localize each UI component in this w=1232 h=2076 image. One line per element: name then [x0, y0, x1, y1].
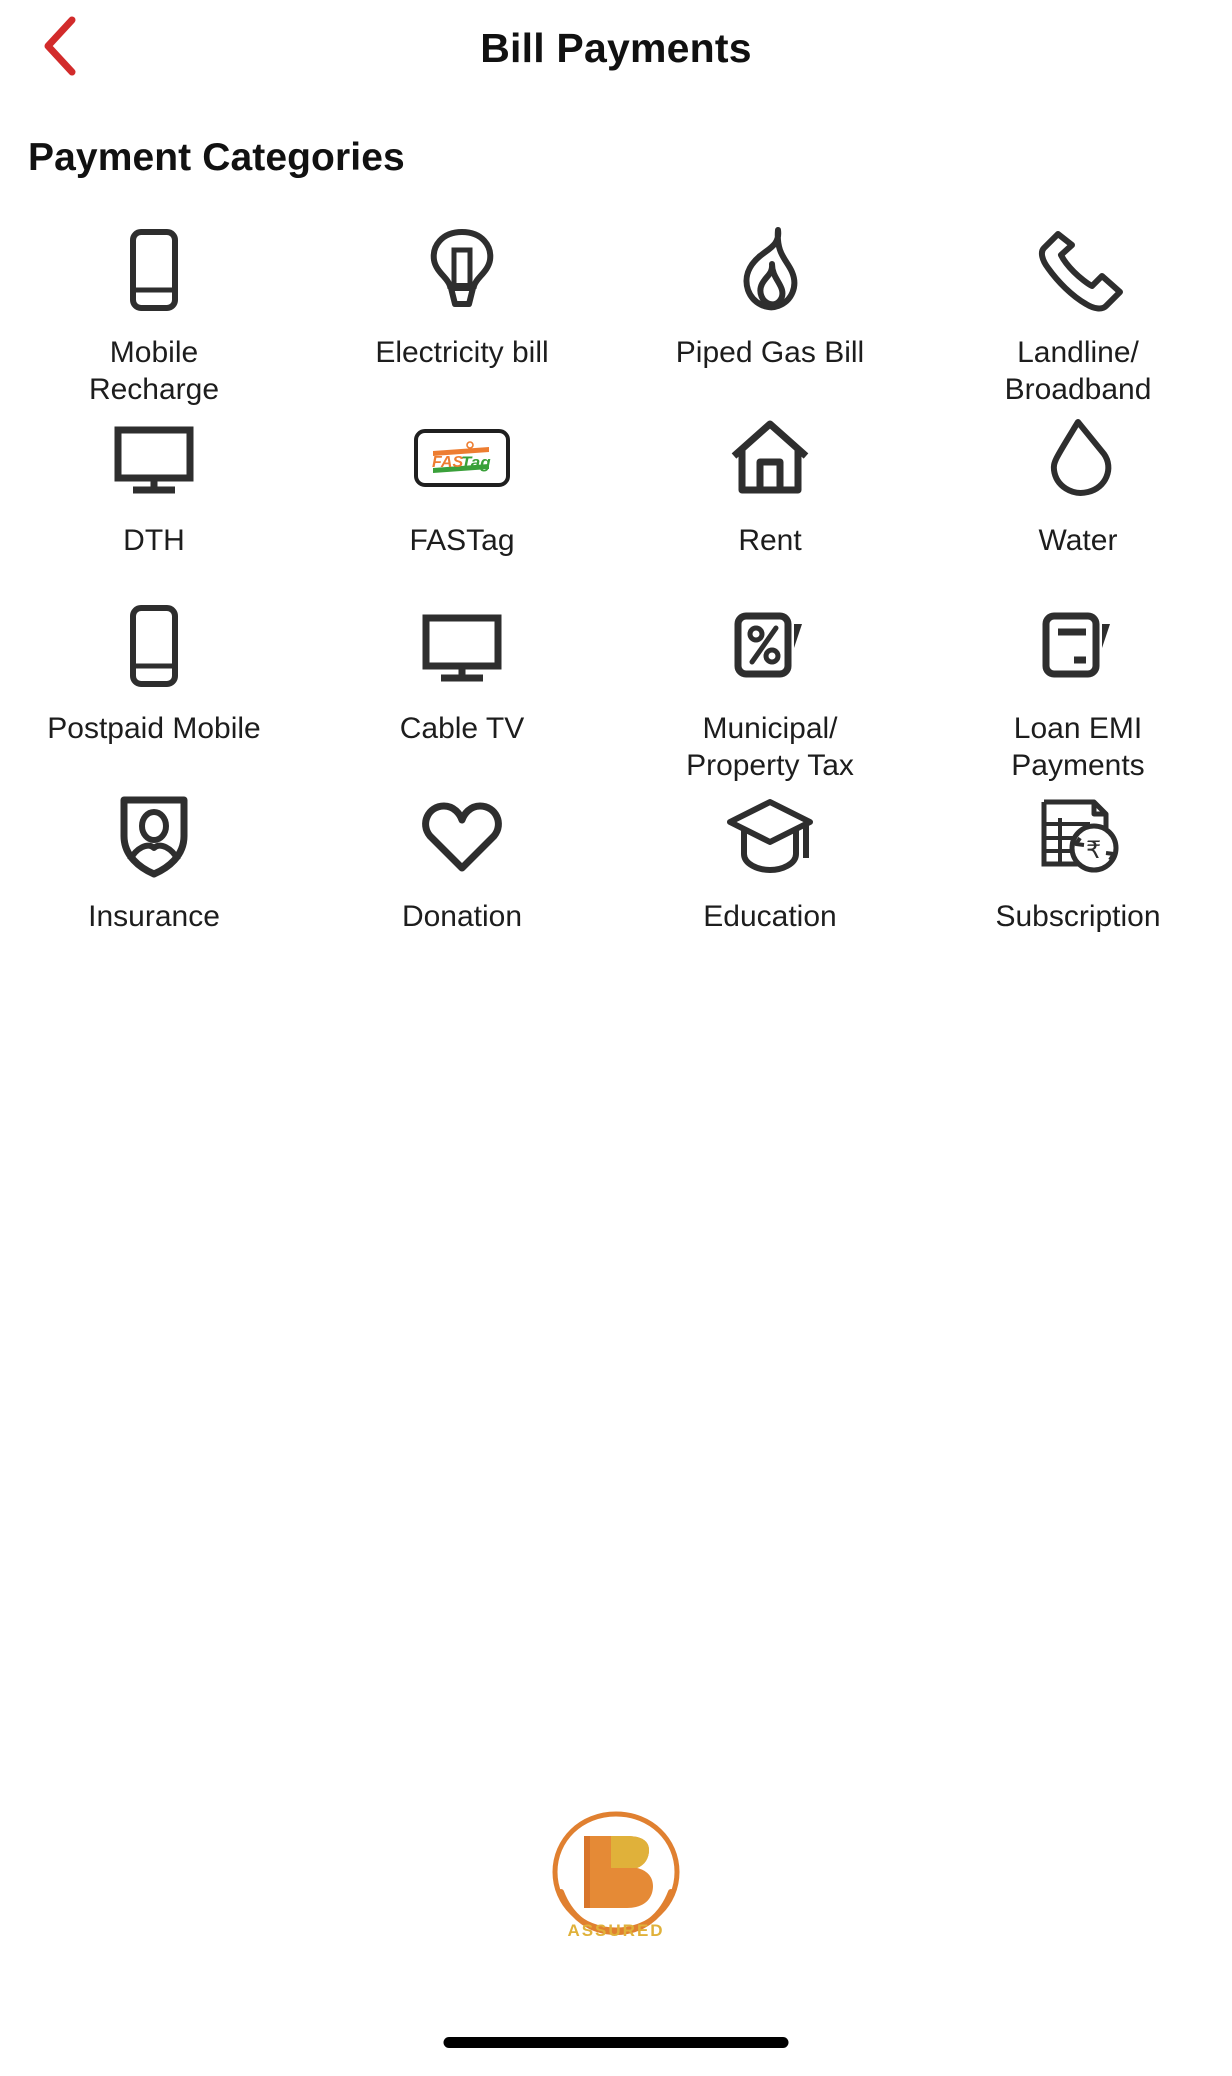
category-insurance[interactable]: Insurance	[0, 782, 308, 970]
app-header: Bill Payments	[0, 0, 1232, 96]
svg-text:ASSURED: ASSURED	[567, 1921, 664, 1940]
svg-text:Tag: Tag	[461, 453, 491, 472]
category-label: DTH	[123, 524, 185, 557]
category-postpaid-mobile[interactable]: Postpaid Mobile	[0, 594, 308, 782]
category-label: Postpaid Mobile	[47, 712, 261, 745]
light-bulb-icon	[422, 224, 502, 316]
category-label: FASTag	[409, 524, 515, 557]
category-mobile-recharge[interactable]: Mobile Recharge	[0, 218, 308, 406]
category-water[interactable]: Water	[924, 406, 1232, 594]
percent-document-icon	[724, 600, 816, 692]
category-label: Education	[703, 900, 837, 933]
category-landline-broadband[interactable]: Landline/ Broadband	[924, 218, 1232, 406]
category-dth[interactable]: DTH	[0, 406, 308, 594]
category-education[interactable]: Education	[616, 782, 924, 970]
category-subscription[interactable]: ₹ Subscription	[924, 782, 1232, 970]
document-lines-icon	[1032, 600, 1124, 692]
monitor-icon	[416, 600, 508, 692]
category-cable-tv[interactable]: Cable TV	[308, 594, 616, 782]
page-title: Bill Payments	[480, 24, 752, 71]
fastag-logo-icon: FAS Tag	[414, 412, 510, 504]
home-indicator[interactable]	[443, 2037, 789, 2048]
telephone-handset-icon	[1032, 224, 1124, 316]
category-label: Piped Gas Bill	[675, 336, 865, 369]
graduation-cap-icon	[724, 788, 816, 880]
category-label: Cable TV	[399, 712, 525, 745]
back-button[interactable]	[20, 6, 98, 86]
category-label: Subscription	[995, 900, 1161, 933]
category-label: Mobile Recharge	[88, 336, 220, 406]
category-rent[interactable]: Rent	[616, 406, 924, 594]
category-electricity-bill[interactable]: Electricity bill	[308, 218, 616, 406]
category-loan-emi-payments[interactable]: Loan EMI Payments	[924, 594, 1232, 782]
category-piped-gas-bill[interactable]: Piped Gas Bill	[616, 218, 924, 406]
chevron-left-icon	[39, 15, 79, 77]
bill-payments-screen: Bill Payments Payment Categories Mobile …	[0, 0, 1232, 2076]
monitor-icon	[108, 412, 200, 504]
category-label: Loan EMI Payments	[1011, 712, 1145, 782]
shield-person-icon	[108, 788, 200, 880]
category-label: Electricity bill	[375, 336, 549, 369]
category-municipal-property-tax[interactable]: Municipal/ Property Tax	[616, 594, 924, 782]
mobile-phone-icon	[119, 600, 189, 692]
payment-categories-grid: Mobile Recharge Electricity bill Piped G…	[0, 218, 1232, 970]
category-fastag[interactable]: FAS Tag FASTag	[308, 406, 616, 594]
category-label: Landline/ Broadband	[1004, 336, 1152, 406]
invoice-rupee-refresh-icon: ₹	[1032, 788, 1124, 880]
category-label: Municipal/ Property Tax	[686, 712, 854, 782]
category-label: Rent	[738, 524, 802, 557]
category-donation[interactable]: Donation	[308, 782, 616, 970]
heart-icon	[416, 788, 508, 880]
category-label: Insurance	[88, 900, 220, 933]
water-drop-icon	[1032, 412, 1124, 504]
category-label: Donation	[401, 900, 523, 933]
svg-text:₹: ₹	[1086, 837, 1101, 864]
category-label: Water	[1038, 524, 1118, 557]
b-assured-logo: ASSURED	[0, 1800, 1232, 1950]
section-title: Payment Categories	[28, 136, 405, 179]
svg-text:FAS: FAS	[432, 454, 463, 471]
house-icon	[724, 412, 816, 504]
flame-icon	[730, 224, 810, 316]
mobile-phone-icon	[119, 224, 189, 316]
